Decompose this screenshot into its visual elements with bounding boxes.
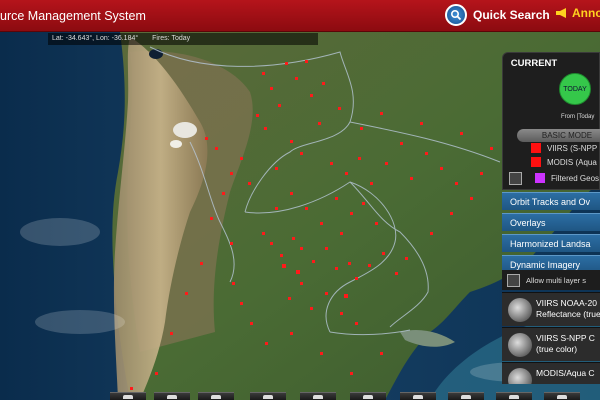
- layer-title: VIIRS NOAA-20: [536, 298, 597, 308]
- layer-viirs-noaa20[interactable]: VIIRS NOAA-20 Reflectance (true: [502, 292, 600, 326]
- geostationary-swatch-icon: [535, 173, 545, 183]
- announcements-button[interactable]: Annou: [555, 6, 600, 20]
- grid-icon[interactable]: [496, 392, 532, 400]
- lat-lon-text: Lat: -34.643°, Lon: -36.184°: [52, 35, 139, 42]
- app-header: urce Management System Quick Search Anno…: [0, 0, 600, 32]
- layer-panel: CURRENT TODAY From [Today BASIC MODE VII…: [502, 52, 600, 384]
- share-icon[interactable]: [350, 392, 386, 400]
- legend-modis-label: MODIS (Aqua: [547, 157, 597, 167]
- layer-modis-aqua[interactable]: MODIS/Aqua C: [502, 362, 600, 384]
- layer-thumbnail-icon: [508, 368, 532, 384]
- viirs-swatch-icon: [531, 143, 541, 153]
- legend-geostationary: Filtered Geos: [503, 171, 600, 185]
- legend-geostationary-label: Filtered Geos: [551, 173, 600, 183]
- lake-titicaca: [149, 49, 163, 59]
- megaphone-icon: [556, 8, 566, 18]
- layer-thumbnail-icon: [508, 333, 532, 357]
- section-harmonized-landsat[interactable]: Harmonized Landsa: [502, 234, 600, 252]
- coordinate-readout: Lat: -34.643°, Lon: -36.184° Fires: Toda…: [48, 33, 318, 45]
- bottom-toolbar: [110, 392, 600, 400]
- close-icon[interactable]: [544, 392, 580, 400]
- layer-subtitle: (true color): [536, 344, 578, 354]
- current-title: CURRENT: [510, 58, 558, 69]
- layer-title: MODIS/Aqua C: [536, 368, 595, 378]
- print-icon[interactable]: [250, 392, 286, 400]
- location-icon[interactable]: [154, 392, 190, 400]
- geostationary-checkbox[interactable]: [509, 171, 522, 185]
- salt-flat: [173, 122, 197, 138]
- salt-flat-2: [170, 140, 182, 148]
- current-fires-box: CURRENT TODAY From [Today BASIC MODE VII…: [502, 52, 600, 190]
- legend-viirs: VIIRS (S-NPP: [503, 141, 600, 155]
- legend-modis: MODIS (Aqua: [503, 155, 600, 169]
- section-overlays[interactable]: Overlays: [502, 213, 600, 231]
- app-title: urce Management System: [0, 9, 146, 23]
- from-date-text: From [Today: [561, 114, 595, 120]
- quick-search-label: Quick Search: [473, 8, 550, 22]
- allow-multi-layer-row: Allow multi layer s: [502, 270, 600, 290]
- allow-multi-layer-checkbox[interactable]: [507, 273, 520, 287]
- quick-search-button[interactable]: Quick Search: [445, 4, 550, 26]
- today-button[interactable]: TODAY: [559, 73, 591, 105]
- camera-icon[interactable]: [300, 392, 336, 400]
- pan-icon[interactable]: [110, 392, 146, 400]
- person-icon[interactable]: [448, 392, 484, 400]
- announcements-label: Annou: [572, 6, 600, 20]
- layer-viirs-snpp[interactable]: VIIRS S-NPP C (true color): [502, 327, 600, 361]
- section-orbit-tracks[interactable]: Orbit Tracks and Ov: [502, 192, 600, 210]
- search-icon: [445, 4, 467, 26]
- layers-icon[interactable]: [198, 392, 234, 400]
- measure-icon[interactable]: [400, 392, 436, 400]
- layer-thumbnail-icon: [508, 298, 532, 322]
- layer-subtitle: Reflectance (true: [536, 309, 600, 319]
- legend-viirs-label: VIIRS (S-NPP: [547, 143, 598, 153]
- layer-title: VIIRS S-NPP C: [536, 333, 595, 343]
- allow-multi-layer-label: Allow multi layer s: [526, 275, 587, 285]
- modis-swatch-icon: [531, 157, 541, 167]
- fires-filter-text: Fires: Today: [152, 35, 191, 42]
